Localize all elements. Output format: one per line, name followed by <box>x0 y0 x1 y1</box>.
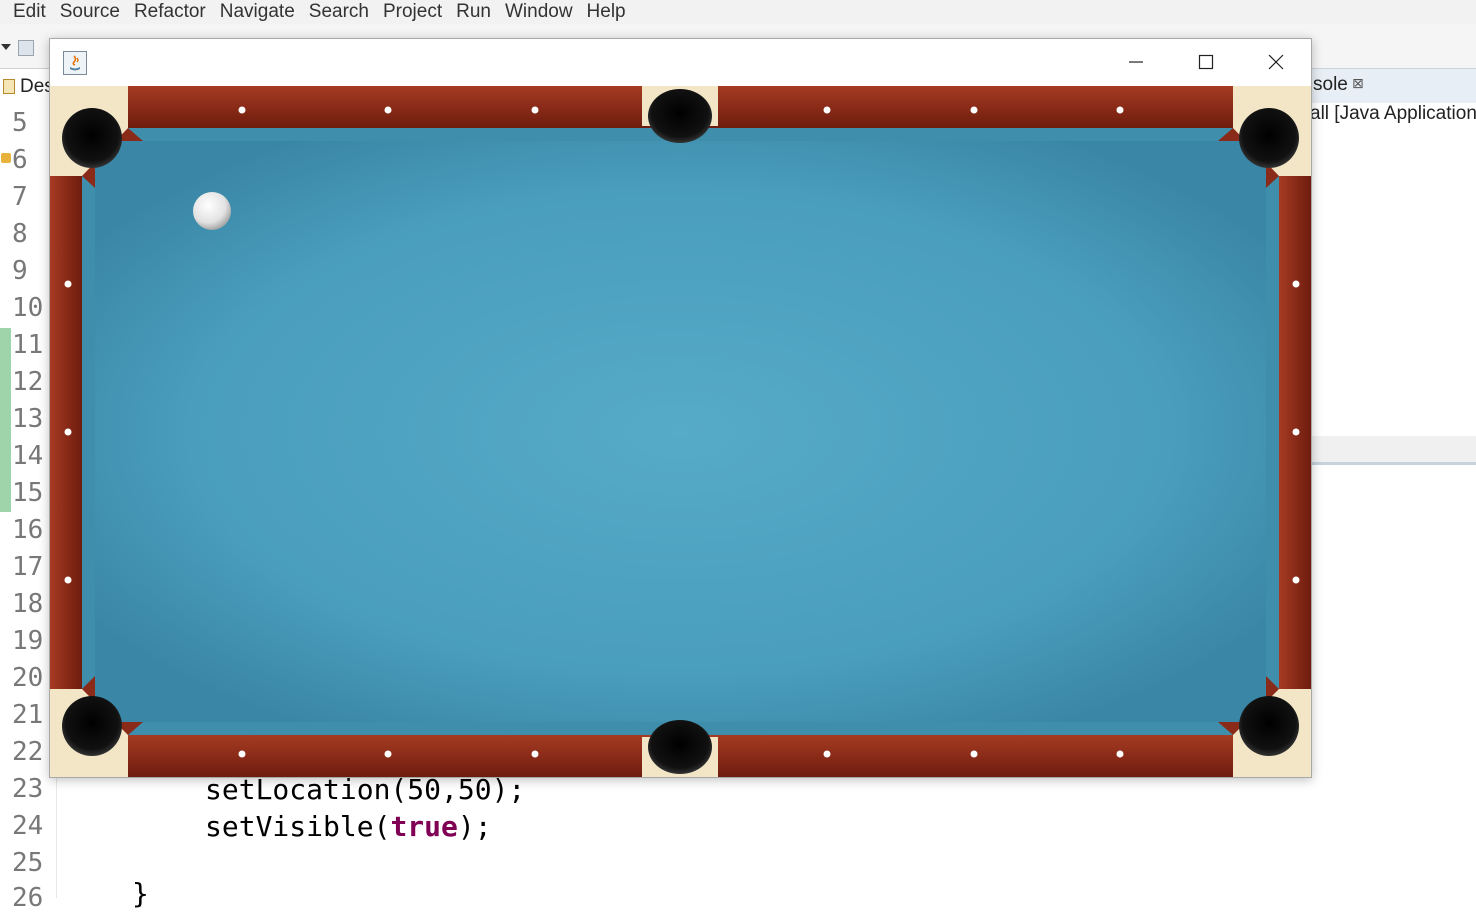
code-line-24[interactable]: setVisible(true); <box>205 808 492 845</box>
console-tab[interactable]: sole <box>1310 68 1476 103</box>
rail-diamond <box>64 280 72 288</box>
menubar: Edit Source Refactor Navigate Search Pro… <box>0 0 1476 24</box>
rail-diamond <box>823 750 831 758</box>
cushion-right <box>1266 176 1279 689</box>
line-number: 20 <box>12 663 44 693</box>
menu-project[interactable]: Project <box>383 0 442 24</box>
line-number: 12 <box>12 367 44 397</box>
pool-table[interactable] <box>50 86 1311 777</box>
line-number: 11 <box>12 330 44 360</box>
console-description: all [Java Application <box>1310 103 1476 124</box>
java-file-icon <box>3 79 15 94</box>
rail-diamond <box>384 106 392 114</box>
editor-tab[interactable]: Des <box>0 68 54 103</box>
menu-refactor[interactable]: Refactor <box>134 0 206 24</box>
line-number: 22 <box>12 737 44 767</box>
pocket <box>62 696 122 756</box>
menu-window[interactable]: Window <box>505 0 573 24</box>
close-button[interactable] <box>1241 39 1311 85</box>
line-number: 5 <box>12 108 28 138</box>
cushion-left <box>82 176 95 689</box>
code-text: ); <box>457 810 492 843</box>
rail-diamond <box>1116 750 1124 758</box>
java-application-window <box>49 38 1312 778</box>
line-number: 26 <box>12 883 44 913</box>
minimize-button[interactable] <box>1101 39 1171 85</box>
rail-diamond <box>531 106 539 114</box>
rail-diamond <box>238 750 246 758</box>
rail-diamond <box>1292 428 1300 436</box>
minimize-icon <box>1129 61 1143 63</box>
rail-diamond <box>384 750 392 758</box>
line-number: 21 <box>12 700 44 730</box>
menu-run[interactable]: Run <box>456 0 491 24</box>
save-icon[interactable] <box>18 40 34 56</box>
code-line-26[interactable]: } <box>132 875 149 912</box>
line-number: 7 <box>12 182 28 212</box>
maximize-icon <box>1198 54 1214 70</box>
cue-ball[interactable] <box>193 192 231 230</box>
change-marker <box>0 328 11 512</box>
menu-search[interactable]: Search <box>309 0 369 24</box>
rail-diamond <box>1292 280 1300 288</box>
pocket <box>1239 696 1299 756</box>
maximize-button[interactable] <box>1171 39 1241 85</box>
panel-divider[interactable] <box>1310 436 1476 465</box>
console-tab-label: sole <box>1313 74 1348 95</box>
rail-diamond <box>531 750 539 758</box>
table-felt <box>95 141 1266 722</box>
menu-source[interactable]: Source <box>60 0 120 24</box>
rail-diamond <box>238 106 246 114</box>
pocket <box>62 108 122 168</box>
rail-diamond <box>64 428 72 436</box>
warning-icon[interactable] <box>1 153 11 163</box>
dropdown-arrow-icon[interactable] <box>1 44 11 50</box>
rail-diamond <box>970 750 978 758</box>
line-number: 14 <box>12 441 44 471</box>
rail-diamond <box>823 106 831 114</box>
console-panel <box>1310 68 1476 898</box>
rail-diamond <box>1292 576 1300 584</box>
line-number: 18 <box>12 589 44 619</box>
rail-diamond <box>64 576 72 584</box>
code-text: setVisible( <box>205 810 391 843</box>
menu-help[interactable]: Help <box>587 0 626 24</box>
line-number: 13 <box>12 404 44 434</box>
line-number: 10 <box>12 293 44 323</box>
rail-diamond <box>1116 106 1124 114</box>
close-icon[interactable]: ⊠ <box>1352 76 1364 92</box>
line-number: 8 <box>12 219 28 249</box>
menu-navigate[interactable]: Navigate <box>220 0 295 24</box>
line-number: 16 <box>12 515 44 545</box>
line-number: 9 <box>12 256 28 286</box>
menu-edit[interactable]: Edit <box>13 0 46 24</box>
line-number: 25 <box>12 848 44 878</box>
pocket <box>648 89 712 143</box>
pocket <box>648 720 712 774</box>
close-icon <box>1268 54 1284 70</box>
java-coffee-icon <box>63 51 87 75</box>
line-number: 23 <box>12 774 44 804</box>
code-keyword: true <box>390 810 458 843</box>
window-titlebar[interactable] <box>50 39 1311 85</box>
line-number: 6 <box>12 145 28 175</box>
line-number: 15 <box>12 478 44 508</box>
line-number: 24 <box>12 811 44 841</box>
line-number: 17 <box>12 552 44 582</box>
line-number: 19 <box>12 626 44 656</box>
rail-diamond <box>970 106 978 114</box>
pocket <box>1239 108 1299 168</box>
